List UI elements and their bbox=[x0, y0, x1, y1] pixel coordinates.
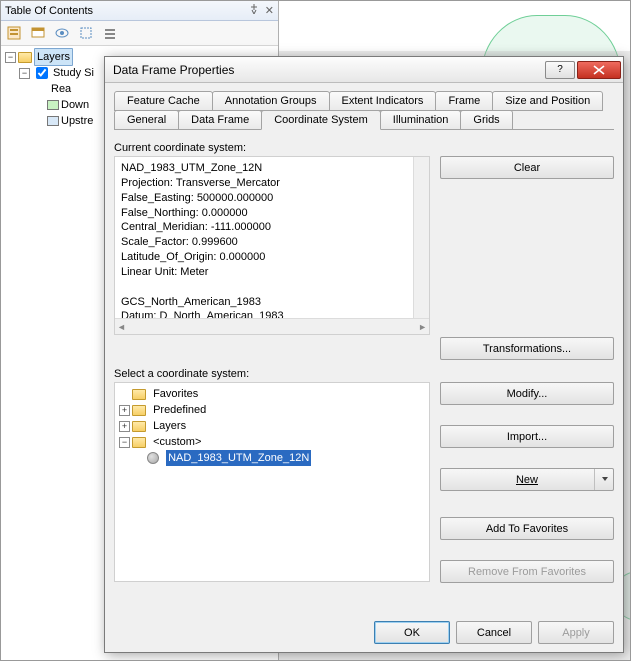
dialog-title: Data Frame Properties bbox=[113, 63, 234, 77]
layer-label[interactable]: Down bbox=[61, 97, 89, 113]
add-favorites-button[interactable]: Add To Favorites bbox=[440, 517, 614, 540]
tree-folder[interactable]: Layers bbox=[153, 418, 186, 434]
dialog-tabs: Feature Cache Annotation Groups Extent I… bbox=[114, 91, 614, 130]
current-cs-label: Current coordinate system: bbox=[114, 142, 614, 154]
help-button[interactable]: ? bbox=[545, 61, 575, 79]
dialog-footer: OK Cancel Apply bbox=[105, 613, 623, 652]
layers-icon bbox=[18, 52, 32, 63]
apply-button[interactable]: Apply bbox=[538, 621, 614, 644]
tab-feature-cache[interactable]: Feature Cache bbox=[114, 91, 213, 111]
folder-icon bbox=[132, 437, 146, 448]
toc-toolbar bbox=[1, 21, 278, 46]
folder-icon bbox=[132, 405, 146, 416]
folder-icon bbox=[132, 421, 146, 432]
layer-checkbox[interactable] bbox=[36, 67, 48, 79]
import-button[interactable]: Import... bbox=[440, 425, 614, 448]
layer-label[interactable]: Rea bbox=[51, 81, 71, 97]
select-cs-label: Select a coordinate system: bbox=[114, 368, 614, 380]
pin-icon[interactable] bbox=[249, 4, 259, 17]
toc-header: Table Of Contents ✕ bbox=[1, 1, 278, 21]
tab-grids[interactable]: Grids bbox=[460, 110, 512, 129]
chevron-down-icon bbox=[602, 477, 608, 481]
tab-frame[interactable]: Frame bbox=[435, 91, 493, 111]
layer-label[interactable]: Study Si bbox=[53, 65, 94, 81]
cs-tree[interactable]: Favorites + Predefined + Layers − <custo… bbox=[114, 382, 430, 582]
transformations-button[interactable]: Transformations... bbox=[440, 337, 614, 360]
tree-expander[interactable]: − bbox=[5, 52, 16, 63]
tree-folder[interactable]: <custom> bbox=[153, 434, 201, 450]
layer-swatch bbox=[47, 116, 59, 126]
list-by-visibility-icon[interactable] bbox=[51, 23, 73, 43]
horizontal-scrollbar[interactable]: ◄► bbox=[115, 318, 429, 334]
vertical-scrollbar[interactable] bbox=[413, 157, 429, 318]
close-button[interactable] bbox=[577, 61, 621, 79]
remove-favorites-button: Remove From Favorites bbox=[440, 560, 614, 583]
toc-title: Table Of Contents bbox=[5, 5, 93, 17]
layer-swatch bbox=[47, 100, 59, 110]
tree-folder[interactable]: Predefined bbox=[153, 402, 206, 418]
tab-coordinate-system[interactable]: Coordinate System bbox=[261, 110, 381, 130]
tab-illumination[interactable]: Illumination bbox=[380, 110, 462, 129]
tab-general[interactable]: General bbox=[114, 110, 179, 129]
layers-root-label[interactable]: Layers bbox=[34, 48, 73, 66]
new-button[interactable]: New bbox=[440, 468, 614, 491]
tree-folder[interactable]: Favorites bbox=[153, 386, 198, 402]
globe-icon bbox=[147, 452, 159, 464]
tree-expander[interactable]: − bbox=[119, 437, 130, 448]
list-by-draw-icon[interactable] bbox=[3, 23, 25, 43]
layer-label[interactable]: Upstre bbox=[61, 113, 93, 129]
dialog-titlebar[interactable]: Data Frame Properties ? bbox=[105, 57, 623, 83]
tab-annotation-groups[interactable]: Annotation Groups bbox=[212, 91, 330, 111]
folder-icon bbox=[132, 389, 146, 400]
list-by-source-icon[interactable] bbox=[27, 23, 49, 43]
list-by-selection-icon[interactable] bbox=[75, 23, 97, 43]
modify-button[interactable]: Modify... bbox=[440, 382, 614, 405]
cancel-button[interactable]: Cancel bbox=[456, 621, 532, 644]
options-icon[interactable] bbox=[99, 23, 121, 43]
tree-selected-item[interactable]: NAD_1983_UTM_Zone_12N bbox=[166, 450, 311, 466]
clear-button[interactable]: Clear bbox=[440, 156, 614, 179]
tab-size-position[interactable]: Size and Position bbox=[492, 91, 603, 111]
tree-expander[interactable]: + bbox=[119, 421, 130, 432]
current-cs-text[interactable]: NAD_1983_UTM_Zone_12N Projection: Transv… bbox=[115, 157, 429, 332]
tree-expander[interactable]: − bbox=[19, 68, 30, 79]
tab-extent-indicators[interactable]: Extent Indicators bbox=[329, 91, 437, 111]
ok-button[interactable]: OK bbox=[374, 621, 450, 644]
tree-expander[interactable]: + bbox=[119, 405, 130, 416]
current-cs-box: NAD_1983_UTM_Zone_12N Projection: Transv… bbox=[114, 156, 430, 335]
close-icon[interactable]: ✕ bbox=[265, 4, 274, 17]
tab-data-frame[interactable]: Data Frame bbox=[178, 110, 262, 129]
data-frame-properties-dialog: Data Frame Properties ? Feature Cache An… bbox=[104, 56, 624, 653]
